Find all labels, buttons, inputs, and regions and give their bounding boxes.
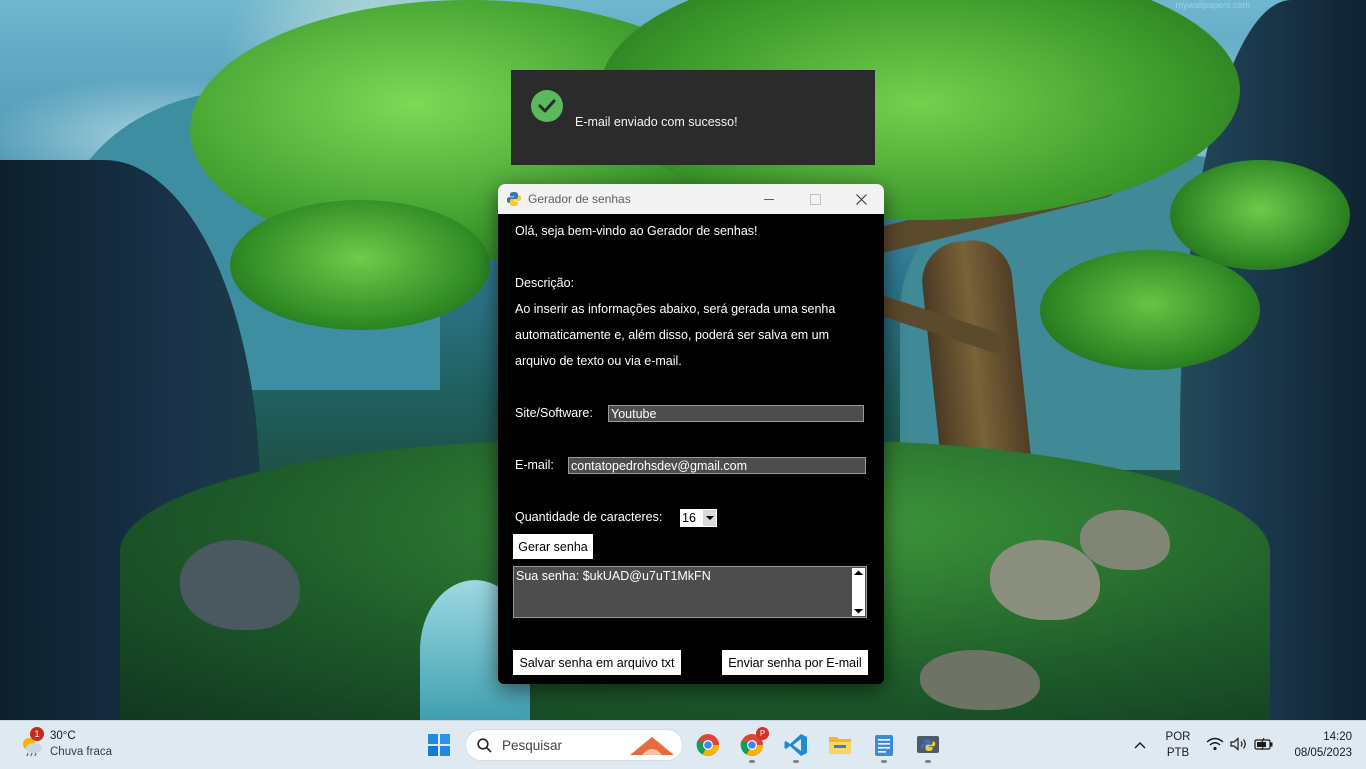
window-content: Olá, seja bem-vindo ao Gerador de senhas…	[498, 214, 884, 684]
language-indicator[interactable]: POR PTB	[1160, 729, 1196, 761]
weather-widget[interactable]: 1 30°C Chuva fraca	[18, 727, 128, 763]
close-button[interactable]	[838, 184, 884, 214]
window-title: Gerador de senhas	[528, 192, 631, 206]
scroll-up-icon	[854, 570, 863, 575]
notification-toast[interactable]: E-mail enviado com sucesso!	[511, 70, 875, 165]
clock-time: 14:20	[1323, 731, 1352, 743]
taskbar-search[interactable]: Pesquisar	[465, 729, 683, 761]
chrome-profile-badge: P	[756, 727, 769, 740]
taskbar: 1 30°C Chuva fraca Pesquisar P POR PTB 1…	[0, 720, 1366, 769]
wallpaper-canopy	[1170, 160, 1350, 270]
minimize-button[interactable]	[746, 184, 792, 214]
file-explorer-icon[interactable]	[827, 732, 853, 758]
send-email-button[interactable]: Enviar senha por E-mail	[722, 650, 868, 675]
search-highlight-icon	[628, 735, 676, 755]
running-indicator	[749, 760, 755, 763]
weather-temp: 30°C	[50, 730, 76, 742]
running-indicator	[925, 760, 931, 763]
wallpaper-watermark: mywallpapers.com	[1175, 0, 1250, 10]
chrome-profile-icon[interactable]: P	[739, 727, 769, 763]
chrome-icon[interactable]	[695, 732, 721, 758]
maximize-button[interactable]	[792, 184, 838, 214]
chevron-down-icon	[705, 516, 714, 520]
python-icon	[506, 191, 522, 207]
minimize-icon	[764, 198, 774, 200]
language-code: POR	[1165, 731, 1191, 743]
scroll-down-icon	[854, 609, 863, 614]
running-indicator	[881, 760, 887, 763]
volume-icon	[1230, 737, 1246, 751]
password-text: Sua senha: $ukUAD@u7uT1MkFN	[516, 569, 711, 583]
site-input[interactable]: Youtube	[608, 405, 864, 422]
email-input[interactable]: contatopedrohsdev@gmail.com	[568, 457, 866, 474]
quantity-value: 16	[682, 511, 696, 525]
windows-start-icon[interactable]	[426, 732, 452, 758]
quantity-label: Quantidade de caracteres:	[515, 510, 663, 524]
window-titlebar[interactable]: Gerador de senhas	[498, 184, 884, 214]
python-icon[interactable]	[915, 732, 941, 763]
description-line: automaticamente e, além disso, poderá se…	[515, 328, 830, 342]
close-icon	[855, 193, 867, 205]
toast-message: E-mail enviado com sucesso!	[575, 115, 738, 129]
app-window: Gerador de senhas Olá, seja bem-vindo ao…	[498, 184, 884, 684]
save-txt-button[interactable]: Salvar senha em arquivo txt	[513, 650, 681, 675]
description-line: Ao inserir as informações abaixo, será g…	[515, 302, 836, 316]
site-label: Site/Software:	[515, 406, 593, 420]
notepad-icon[interactable]	[871, 732, 897, 763]
clock[interactable]: 14:20 08/05/2023	[1282, 729, 1358, 761]
wifi-icon	[1206, 737, 1224, 751]
wallpaper-canopy	[1040, 250, 1260, 370]
password-output[interactable]: Sua senha: $ukUAD@u7uT1MkFN	[513, 566, 867, 618]
greeting-text: Olá, seja bem-vindo ao Gerador de senhas…	[515, 224, 758, 238]
search-placeholder: Pesquisar	[502, 738, 563, 753]
output-scrollbar[interactable]	[852, 568, 865, 616]
search-icon	[477, 738, 492, 753]
generate-password-button[interactable]: Gerar senha	[513, 534, 593, 559]
description-label: Descrição:	[515, 276, 575, 290]
check-circle-icon	[531, 90, 563, 122]
keyboard-layout: PTB	[1166, 747, 1190, 759]
email-label: E-mail:	[515, 458, 554, 472]
battery-icon	[1254, 737, 1273, 751]
wallpaper-canopy	[230, 200, 490, 330]
weather-badge: 1	[30, 727, 44, 741]
quick-settings[interactable]	[1204, 733, 1276, 757]
maximize-icon	[809, 193, 821, 205]
chevron-up-icon[interactable]	[1127, 732, 1153, 758]
vscode-icon[interactable]	[783, 732, 809, 763]
spin-down-button[interactable]	[703, 510, 716, 526]
description-line: arquivo de texto ou via e-mail.	[515, 354, 682, 368]
weather-condition: Chuva fraca	[50, 746, 113, 758]
quantity-spinbox[interactable]: 16	[680, 509, 717, 527]
running-indicator	[793, 760, 799, 763]
clock-date: 08/05/2023	[1294, 747, 1352, 759]
